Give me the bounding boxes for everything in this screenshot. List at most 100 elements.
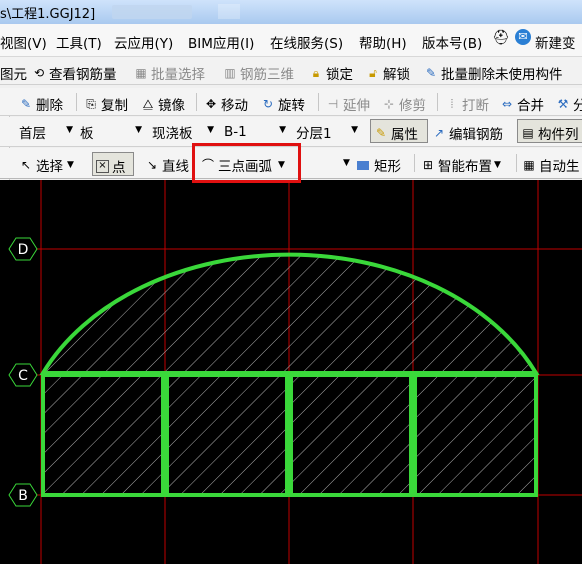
smart-layout-icon: ⊞ xyxy=(422,158,434,172)
mirror-label: 镜像 xyxy=(158,98,185,114)
drawing-svg: D C B xyxy=(8,180,582,564)
properties-button[interactable]: ✎ 属性 xyxy=(370,119,428,143)
move-button[interactable]: ✥ 移动 xyxy=(204,94,248,114)
smart-layout-button[interactable]: ⊞ 智能布置 ▼ xyxy=(421,155,501,175)
line-button[interactable]: ↘ 直线 xyxy=(145,155,189,175)
drawing-canvas[interactable]: D C B xyxy=(0,180,582,564)
menu-tools[interactable]: 工具(T) xyxy=(56,32,102,52)
axis-label: C xyxy=(18,368,28,384)
axis-marker-d: D xyxy=(8,237,38,261)
menu-cloud[interactable]: 云应用(Y) xyxy=(114,32,173,52)
window-title: s\工程1.GGJ12] xyxy=(0,7,96,22)
menu-version[interactable]: 版本号(B) xyxy=(422,32,482,52)
chevron-down-icon: ▼ xyxy=(135,125,142,135)
qq-icon[interactable]: ✉ xyxy=(515,29,531,45)
auto-generate-button[interactable]: ▦ 自动生 xyxy=(522,155,580,175)
delete-button[interactable]: ✎ 删除 xyxy=(19,94,63,114)
title-bar: s\工程1.GGJ12] xyxy=(0,0,582,24)
element-label[interactable]: 图元 xyxy=(0,63,27,83)
toolbar-row-2: ✎ 删除 ⎘ 复制 ⧋ 镜像 ✥ 移动 ↻ 旋转 ⊣ 延伸 ⊹ 修剪 ⦙ 打断 ⇔ 合并 ⚒ 分 xyxy=(0,88,582,116)
rotate-label: 旋转 xyxy=(278,98,305,114)
auto-generate-label: 自动生 xyxy=(539,159,580,175)
menu-help[interactable]: 帮助(H) xyxy=(359,32,407,52)
point-icon: × xyxy=(96,159,109,173)
chevron-down-icon: ▼ xyxy=(351,125,358,135)
select-label: 选择 xyxy=(36,159,63,175)
copy-button[interactable]: ⎘ 复制 xyxy=(84,94,128,114)
title-control[interactable] xyxy=(218,4,240,19)
category-value: 板 xyxy=(80,126,94,142)
slab-panel[interactable] xyxy=(413,373,538,497)
split-label: 分 xyxy=(573,98,582,114)
separator xyxy=(414,154,415,172)
rebar-3d-label: 钢筋三维 xyxy=(240,67,294,83)
arc-slab[interactable] xyxy=(39,252,540,375)
extend-label: 延伸 xyxy=(343,98,370,114)
rebar-view-icon: ⟲ xyxy=(33,66,45,80)
unlock-button[interactable]: 🔓︎ 解锁 xyxy=(366,63,410,83)
cursor-icon: ↖ xyxy=(20,158,32,172)
chevron-down-icon: ▼ xyxy=(207,125,214,135)
batch-delete-unused-button[interactable]: ✎ 批量删除未使用构件 xyxy=(424,63,563,83)
edit-rebar-icon: ↗ xyxy=(433,126,445,140)
slab-panel[interactable] xyxy=(165,373,289,497)
menu-online[interactable]: 在线服务(S) xyxy=(270,32,343,52)
mirror-button[interactable]: ⧋ 镜像 xyxy=(141,94,185,114)
chevron-down-icon: ▼ xyxy=(67,160,74,170)
category-select[interactable]: 板 ▼ xyxy=(80,121,146,143)
extend-icon: ⊣ xyxy=(327,97,339,111)
batch-delete-icon: ✎ xyxy=(425,66,437,80)
copy-icon: ⎘ xyxy=(86,97,96,111)
merge-icon: ⇔ xyxy=(501,97,513,111)
chevron-down-icon: ▼ xyxy=(279,125,286,135)
rectangle-icon xyxy=(357,160,369,170)
axis-label: D xyxy=(18,242,29,258)
lock-button[interactable]: 🔒︎ 锁定 xyxy=(309,63,353,83)
axis-marker-c: C xyxy=(8,363,38,387)
split-button[interactable]: ⚒ 分 xyxy=(556,94,582,114)
helmet-icon[interactable]: ⛑ xyxy=(492,30,510,46)
type-select[interactable]: 现浇板 ▼ xyxy=(152,121,218,143)
view-rebar-button[interactable]: ⟲ 查看钢筋量 xyxy=(32,63,117,83)
rectangle-label: 矩形 xyxy=(374,159,401,175)
lock-label: 锁定 xyxy=(326,67,353,83)
rebar-3d-button[interactable]: ▥ 钢筋三维 xyxy=(223,63,294,83)
component-list-button[interactable]: ▤ 构件列 xyxy=(517,119,582,143)
select-button[interactable]: ↖ 选择 ▼ xyxy=(19,155,74,175)
edit-rebar-button[interactable]: ↗ 编辑钢筋 xyxy=(432,123,503,143)
view-rebar-label: 查看钢筋量 xyxy=(49,67,117,83)
rotate-icon: ↻ xyxy=(262,97,274,111)
copy-label: 复制 xyxy=(101,98,128,114)
point-label: 点 xyxy=(112,160,126,176)
menu-bim[interactable]: BIM应用(I) xyxy=(188,32,254,52)
rectangle-button[interactable]: 矩形 xyxy=(357,155,401,175)
rebar-3d-icon: ▥ xyxy=(224,66,236,80)
merge-button[interactable]: ⇔ 合并 xyxy=(500,94,544,114)
component-select[interactable]: B-1 ▼ xyxy=(224,121,290,143)
slab-panel[interactable] xyxy=(41,373,165,497)
menu-view[interactable]: 视图(V) xyxy=(0,32,47,52)
point-button[interactable]: × 点 xyxy=(92,152,134,176)
layer-value: 分层1 xyxy=(296,126,332,142)
floor-select[interactable]: 首层 ▼ xyxy=(19,121,77,143)
component-value: B-1 xyxy=(224,124,247,140)
trim-button[interactable]: ⊹ 修剪 xyxy=(382,94,426,114)
highlight-box xyxy=(192,143,301,183)
break-button[interactable]: ⦙ 打断 xyxy=(445,94,489,114)
layer-select[interactable]: 分层1 ▼ xyxy=(296,121,362,143)
menu-new-change[interactable]: 新建变 xyxy=(535,32,576,52)
axis-label: B xyxy=(18,488,28,504)
chevron-down-icon[interactable]: ▼ xyxy=(343,158,350,168)
unlock-icon: 🔓︎ xyxy=(369,66,377,80)
lock-icon: 🔒︎ xyxy=(312,66,320,80)
slab-panel[interactable] xyxy=(289,373,413,497)
batch-delete-label: 批量删除未使用构件 xyxy=(441,67,563,83)
rotate-button[interactable]: ↻ 旋转 xyxy=(261,94,305,114)
batch-select-button[interactable]: ▦ 批量选择 xyxy=(134,63,205,83)
separator xyxy=(437,93,438,111)
auto-generate-icon: ▦ xyxy=(523,158,535,172)
chevron-down-icon: ▼ xyxy=(66,125,73,135)
extend-button[interactable]: ⊣ 延伸 xyxy=(326,94,370,114)
separator xyxy=(76,93,77,111)
move-icon: ✥ xyxy=(205,97,217,111)
